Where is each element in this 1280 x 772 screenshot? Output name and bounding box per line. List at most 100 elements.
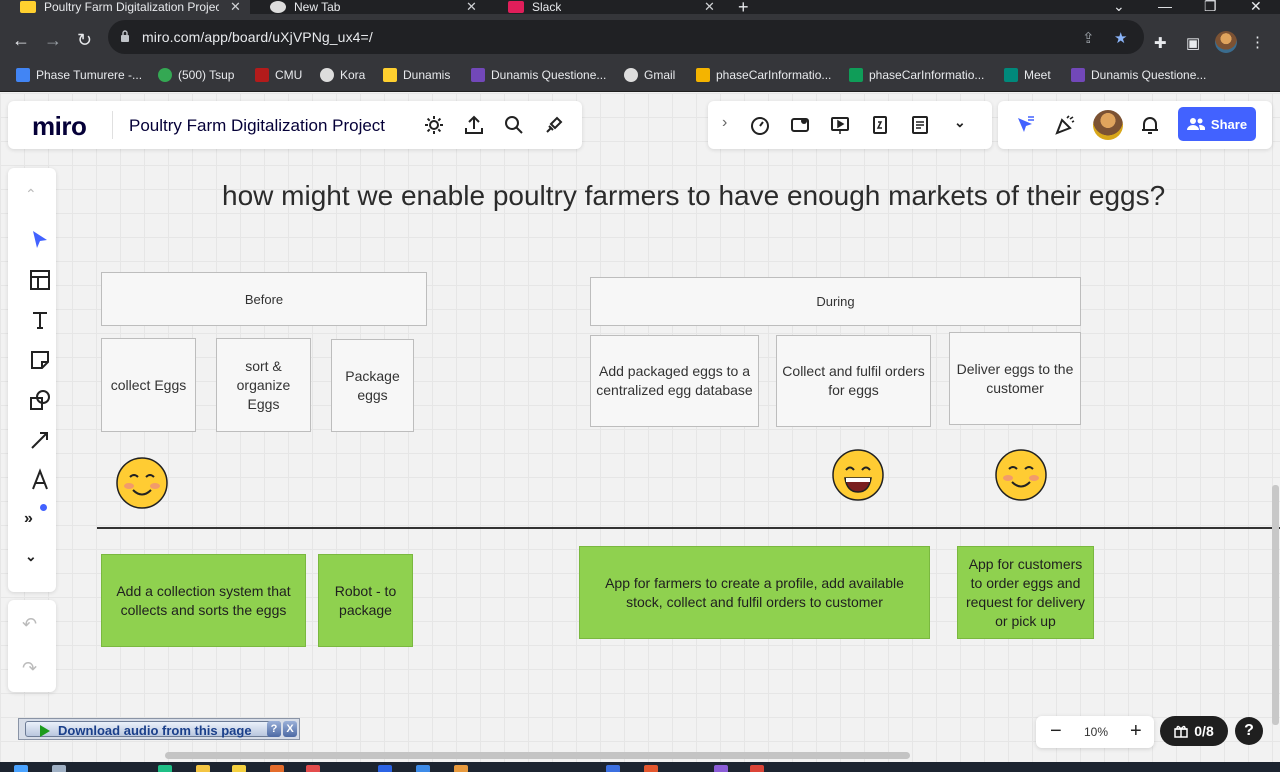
profile-avatar[interactable] — [1215, 31, 1237, 53]
app-icon[interactable] — [306, 765, 320, 772]
bookmark-item[interactable]: Dunamis — [383, 68, 450, 82]
minimize-icon[interactable]: — — [1158, 0, 1172, 14]
app-icon[interactable] — [270, 765, 284, 772]
sticky-note-icon[interactable] — [28, 348, 52, 372]
restore-icon[interactable]: ❐ — [1204, 0, 1217, 15]
vertical-scrollbar[interactable] — [1272, 485, 1279, 725]
step-card[interactable]: Add packaged eggs to a centralized egg d… — [590, 335, 759, 427]
voting-icon[interactable] — [869, 114, 891, 136]
app-icon[interactable] — [378, 765, 392, 772]
close-icon[interactable]: X — [283, 721, 297, 737]
address-bar[interactable]: miro.com/app/board/uXjVPNg_ux4=/ ⇪ ★ — [108, 20, 1144, 54]
idea-sticky-note[interactable]: Add a collection system that collects an… — [101, 554, 306, 647]
zoom-in-button[interactable]: + — [1130, 720, 1142, 742]
step-card[interactable]: Deliver eggs to the customer — [949, 332, 1081, 425]
share-button[interactable]: Share — [1178, 107, 1256, 141]
smiling-face-emoji-icon[interactable] — [116, 457, 168, 509]
reload-icon[interactable]: ↻ — [77, 31, 92, 49]
app-icon[interactable] — [606, 765, 620, 772]
board-headline[interactable]: how might we enable poultry farmers to h… — [222, 180, 1165, 212]
notifications-bell-icon[interactable] — [1139, 114, 1161, 136]
more-menu-icon[interactable]: ⋮ — [1250, 33, 1265, 51]
bookmark-item[interactable]: Dunamis Questione... — [471, 68, 606, 82]
help-icon[interactable]: ? — [267, 721, 281, 737]
bookmark-item[interactable]: Gmail — [624, 68, 675, 82]
expand-down-icon[interactable]: ⌄ — [25, 548, 37, 565]
bookmark-item[interactable]: Meet — [1004, 68, 1051, 82]
download-audio-button[interactable]: Download audio from this page — [25, 721, 281, 738]
forward-arrow-icon[interactable]: → — [44, 31, 62, 49]
activity-counter-button[interactable]: 0/8 — [1160, 716, 1228, 746]
chrome-icon[interactable] — [750, 765, 764, 772]
step-card[interactable]: Collect and fulfil orders for eggs — [776, 335, 931, 427]
pen-icon[interactable] — [28, 468, 52, 492]
step-card[interactable]: Package eggs — [331, 339, 414, 432]
shapes-icon[interactable] — [28, 388, 52, 412]
idea-sticky-note[interactable]: Robot - to package — [318, 554, 413, 647]
grinning-face-emoji-icon[interactable] — [832, 449, 884, 501]
tab-new-tab[interactable]: New Tab ✕ — [250, 0, 488, 14]
follow-cursor-icon[interactable] — [1014, 114, 1036, 136]
step-card[interactable]: sort & organize Eggs — [216, 338, 311, 432]
frame-during[interactable]: During — [590, 277, 1081, 326]
step-card[interactable]: collect Eggs — [101, 338, 196, 432]
app-icon[interactable] — [644, 765, 658, 772]
horizontal-scrollbar[interactable] — [165, 752, 910, 759]
select-cursor-icon[interactable] — [28, 228, 52, 252]
user-avatar[interactable] — [1093, 110, 1123, 140]
close-icon[interactable]: ✕ — [704, 0, 715, 14]
chevron-right-icon[interactable]: › — [722, 114, 727, 132]
windows-start-icon[interactable] — [14, 765, 28, 772]
idea-sticky-note[interactable]: App for customers to order eggs and requ… — [957, 546, 1094, 639]
folder-icon[interactable] — [196, 765, 210, 772]
extensions-puzzle-icon[interactable]: ✚ — [1154, 34, 1167, 52]
divider-line[interactable] — [97, 527, 1280, 529]
zoom-out-button[interactable]: − — [1050, 720, 1062, 742]
bookmark-item[interactable]: (500) Tsup — [158, 68, 234, 82]
window-close-icon[interactable]: ✕ — [1250, 0, 1262, 15]
connection-line-icon[interactable] — [28, 428, 52, 452]
integrations-plug-icon[interactable] — [543, 114, 565, 136]
bookmark-item[interactable]: phaseCarInformatio... — [696, 68, 831, 82]
text-tool-icon[interactable] — [28, 308, 52, 332]
bookmark-item[interactable]: CMU — [255, 68, 302, 82]
bookmark-item[interactable]: phaseCarInformatio... — [849, 68, 984, 82]
close-icon[interactable]: ✕ — [230, 0, 241, 14]
side-panel-icon[interactable]: ▣ — [1186, 34, 1200, 52]
undo-icon[interactable]: ↶ — [22, 614, 37, 635]
app-icon[interactable] — [454, 765, 468, 772]
bookmark-item[interactable]: Phase Tumurere -... — [16, 68, 142, 82]
tab-miro[interactable]: Poultry Farm Digitalization Projec ✕ — [0, 0, 250, 14]
miro-logo[interactable]: miro — [32, 111, 87, 142]
search-icon[interactable] — [503, 114, 525, 136]
more-tools-icon[interactable]: » — [24, 510, 33, 528]
back-arrow-icon[interactable]: ← — [12, 31, 30, 49]
video-chat-icon[interactable] — [789, 114, 811, 136]
notes-list-icon[interactable] — [909, 114, 931, 136]
settings-gear-icon[interactable] — [423, 114, 445, 136]
collapse-up-icon[interactable]: ⌃ — [25, 186, 37, 203]
timer-icon[interactable] — [749, 114, 771, 136]
redo-icon[interactable]: ↷ — [22, 658, 37, 679]
bookmark-item[interactable]: Kora — [320, 68, 365, 82]
idea-sticky-note[interactable]: App for farmers to create a profile, add… — [579, 546, 930, 639]
search-icon[interactable] — [52, 765, 66, 772]
frame-before[interactable]: Before — [101, 272, 427, 326]
presentation-icon[interactable] — [829, 114, 851, 136]
smiling-face-emoji-icon[interactable] — [995, 449, 1047, 501]
export-upload-icon[interactable] — [463, 114, 485, 136]
tab-slack[interactable]: Slack ✕ — [488, 0, 726, 14]
share-page-icon[interactable]: ⇪ — [1082, 29, 1095, 47]
bookmark-item[interactable]: Dunamis Questione... — [1071, 68, 1206, 82]
help-button[interactable]: ? — [1235, 717, 1263, 745]
close-icon[interactable]: ✕ — [466, 0, 477, 14]
zoom-level[interactable]: 10% — [1084, 725, 1108, 739]
app-icon[interactable] — [232, 765, 246, 772]
bookmark-star-icon[interactable]: ★ — [1114, 29, 1127, 47]
templates-icon[interactable] — [28, 268, 52, 292]
more-chevrons-icon[interactable]: ⌄ — [954, 114, 966, 131]
app-icon[interactable] — [158, 765, 172, 772]
vscode-icon[interactable] — [416, 765, 430, 772]
board-title[interactable]: Poultry Farm Digitalization Project — [129, 116, 385, 136]
tab-search-chevron-icon[interactable]: ⌄ — [1113, 0, 1125, 15]
